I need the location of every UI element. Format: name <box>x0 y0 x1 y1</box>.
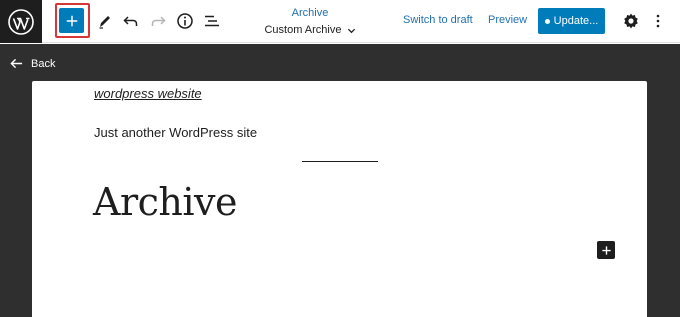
undo-icon <box>123 16 138 26</box>
list-view-button[interactable] <box>201 10 223 32</box>
template-name: Custom Archive <box>264 24 342 36</box>
arrow-left-icon <box>10 58 23 69</box>
switch-to-draft-button[interactable]: Switch to draft <box>403 14 473 26</box>
back-label: Back <box>31 57 56 70</box>
archive-title[interactable]: Archive <box>93 180 237 224</box>
options-button[interactable] <box>647 10 669 32</box>
separator[interactable] <box>302 161 378 162</box>
redo-button[interactable] <box>147 10 169 32</box>
undo-button[interactable] <box>120 10 142 32</box>
editor-header: Archive Custom Archive Switch to draft P… <box>0 0 680 43</box>
update-label: Update... <box>553 15 599 27</box>
site-tagline[interactable]: Just another WordPress site <box>94 125 257 140</box>
unsaved-dot-icon <box>544 18 550 24</box>
list-view-icon <box>205 15 219 27</box>
plus-icon <box>66 15 77 26</box>
wordpress-logo-icon[interactable] <box>0 0 42 43</box>
redo-icon <box>151 16 166 26</box>
chevron-down-icon <box>347 28 355 33</box>
back-button[interactable]: Back <box>10 57 55 70</box>
inline-block-inserter-button[interactable] <box>597 241 615 259</box>
preview-button[interactable]: Preview <box>488 14 527 26</box>
pencil-icon <box>99 16 110 29</box>
settings-button[interactable] <box>620 10 642 32</box>
document-type: Archive <box>291 7 329 19</box>
site-title[interactable]: wordpress website <box>94 86 202 101</box>
add-block-button[interactable] <box>59 8 84 33</box>
update-button[interactable]: Update... <box>538 8 605 34</box>
plus-icon <box>601 245 611 255</box>
document-title[interactable]: Archive Custom Archive <box>250 6 370 38</box>
details-button[interactable] <box>174 10 196 32</box>
info-icon <box>177 13 193 29</box>
gear-icon <box>624 13 638 29</box>
vertical-ellipsis-icon <box>656 14 660 28</box>
tools-button[interactable] <box>94 10 116 32</box>
